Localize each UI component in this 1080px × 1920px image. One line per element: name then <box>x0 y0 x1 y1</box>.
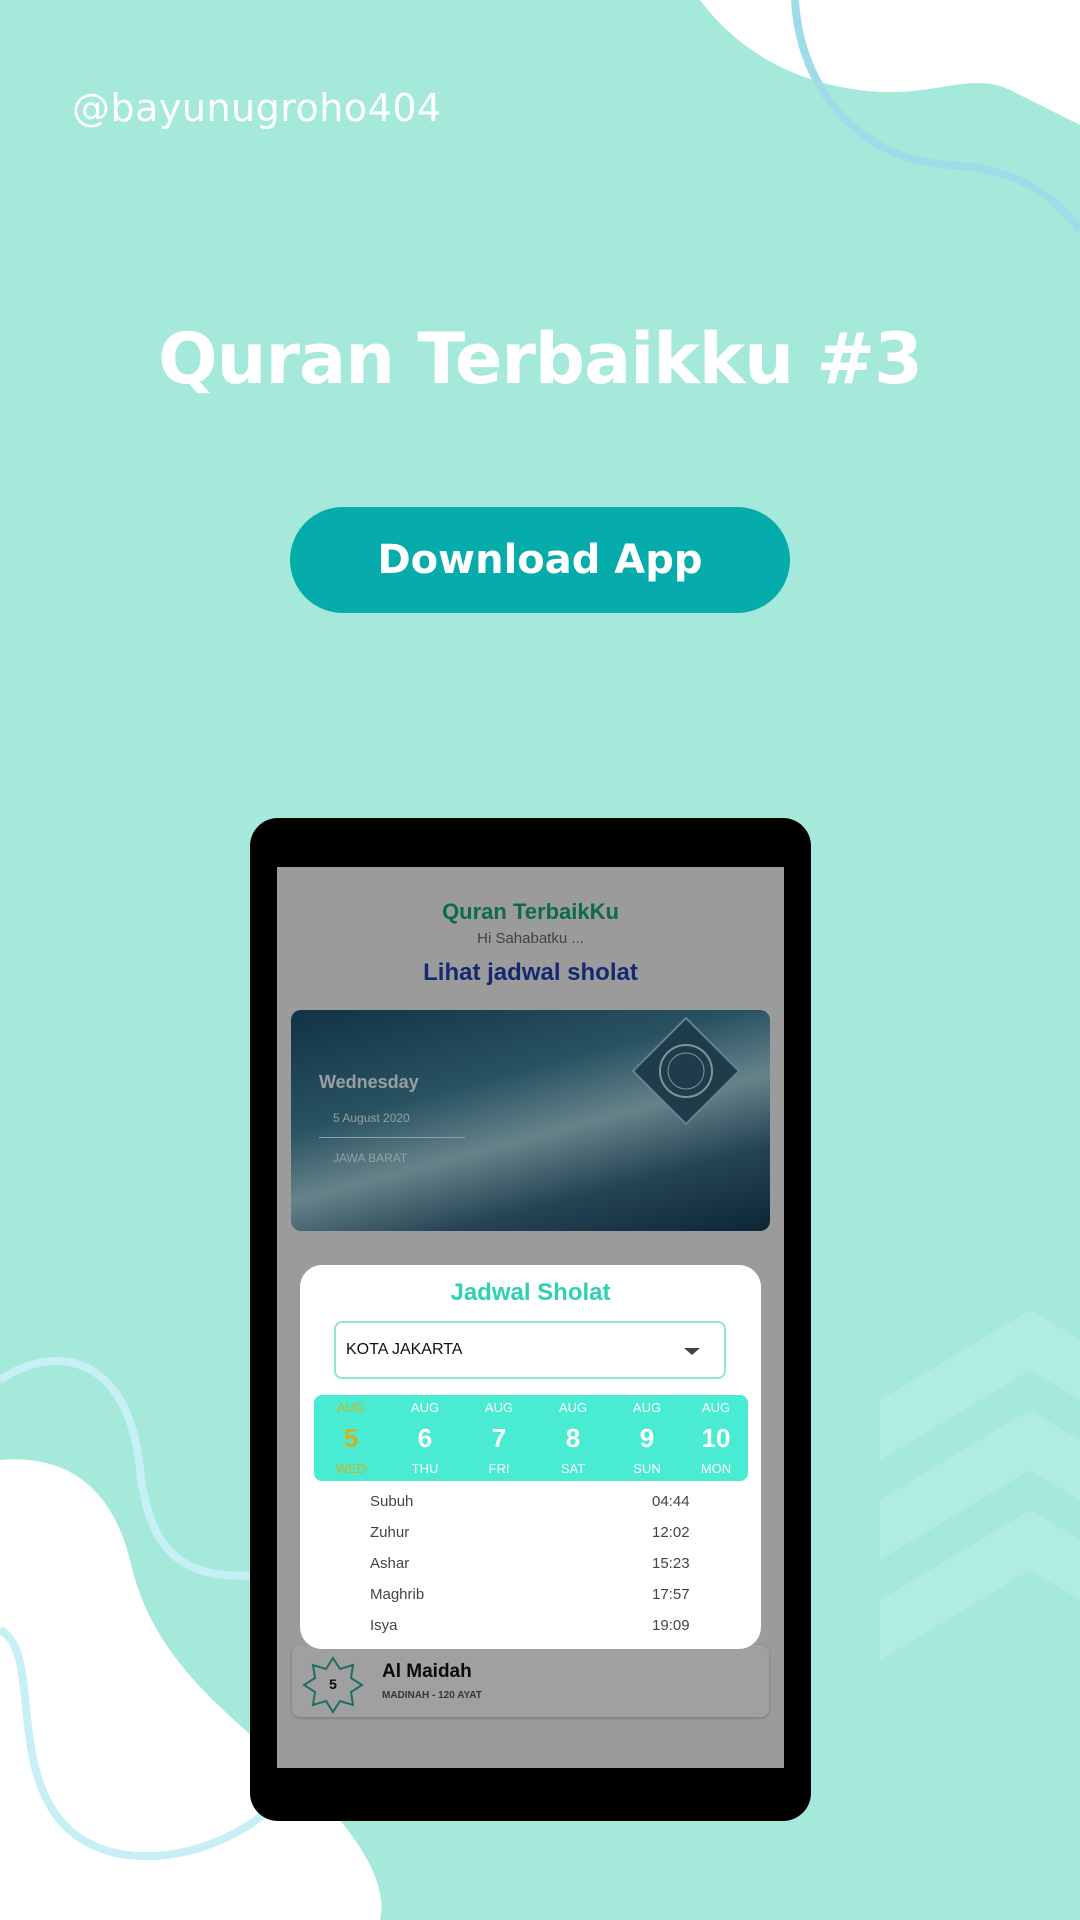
prayer-time: 12:02 <box>652 1524 690 1541</box>
date-month: AUG <box>558 1400 588 1415</box>
date-day: 9 <box>639 1423 655 1453</box>
phone-screen: Quran TerbaikKu Hi Sahabatku ... Lihat j… <box>277 867 784 1768</box>
prayer-name: Maghrib <box>370 1586 425 1603</box>
date-day: 6 <box>417 1423 433 1453</box>
prayer-name: Zuhur <box>370 1524 410 1541</box>
prayer-time-row: Ashar 15:23 <box>300 1549 761 1580</box>
prayer-time-row: Isya 19:09 <box>300 1611 761 1642</box>
date-day: 10 <box>701 1423 731 1453</box>
date-day: 5 <box>343 1423 359 1453</box>
prayer-time: 04:44 <box>652 1493 690 1510</box>
date-selector: AUG 5 WED AUG 6 THU AUG 7 FRI AUG 8 SAT … <box>314 1395 748 1481</box>
prayer-name: Ashar <box>370 1555 410 1572</box>
prayer-name: Isya <box>370 1617 398 1634</box>
date-item[interactable]: AUG 8 SAT <box>536 1395 610 1481</box>
prayer-time: 19:09 <box>652 1617 690 1634</box>
date-month: AUG <box>484 1400 514 1415</box>
page-title: Quran Terbaikku #3 <box>158 318 923 400</box>
download-app-button[interactable]: Download App <box>290 507 790 613</box>
date-day: 8 <box>565 1423 581 1453</box>
date-weekday: THU <box>411 1461 439 1476</box>
city-value: KOTA JAKARTA <box>346 1341 463 1358</box>
date-item[interactable]: AUG 9 SUN <box>610 1395 684 1481</box>
date-month: AUG <box>632 1400 662 1415</box>
prayer-time-row: Zuhur 12:02 <box>300 1518 761 1549</box>
prayer-time-row: Maghrib 17:57 <box>300 1580 761 1611</box>
date-weekday: FRI <box>488 1461 510 1476</box>
date-month: AUG <box>336 1400 366 1415</box>
prayer-time-row: Subuh 04:44 <box>300 1487 761 1518</box>
date-weekday: MON <box>700 1461 732 1476</box>
city-dropdown[interactable]: KOTA JAKARTA <box>334 1321 726 1379</box>
date-item[interactable]: AUG 10 MON <box>684 1395 748 1481</box>
date-item[interactable]: AUG 7 FRI <box>462 1395 536 1481</box>
prayer-time: 17:57 <box>652 1586 690 1603</box>
prayer-time: 15:23 <box>652 1555 690 1572</box>
date-item[interactable]: AUG 5 WED <box>314 1395 388 1481</box>
date-weekday: SAT <box>560 1461 586 1476</box>
date-weekday: WED <box>335 1461 367 1476</box>
prayer-schedule-dialog: Jadwal Sholat KOTA JAKARTA AUG 5 WED AUG… <box>300 1265 761 1649</box>
date-item[interactable]: AUG 6 THU <box>388 1395 462 1481</box>
date-weekday: SUN <box>633 1461 661 1476</box>
date-month: AUG <box>701 1400 731 1415</box>
dialog-title: Jadwal Sholat <box>450 1279 611 1306</box>
author-handle: @bayunugroho404 <box>72 86 442 130</box>
date-day: 7 <box>491 1423 507 1453</box>
prayer-name: Subuh <box>370 1493 414 1510</box>
date-month: AUG <box>410 1400 440 1415</box>
chevron-down-icon <box>684 1348 700 1355</box>
